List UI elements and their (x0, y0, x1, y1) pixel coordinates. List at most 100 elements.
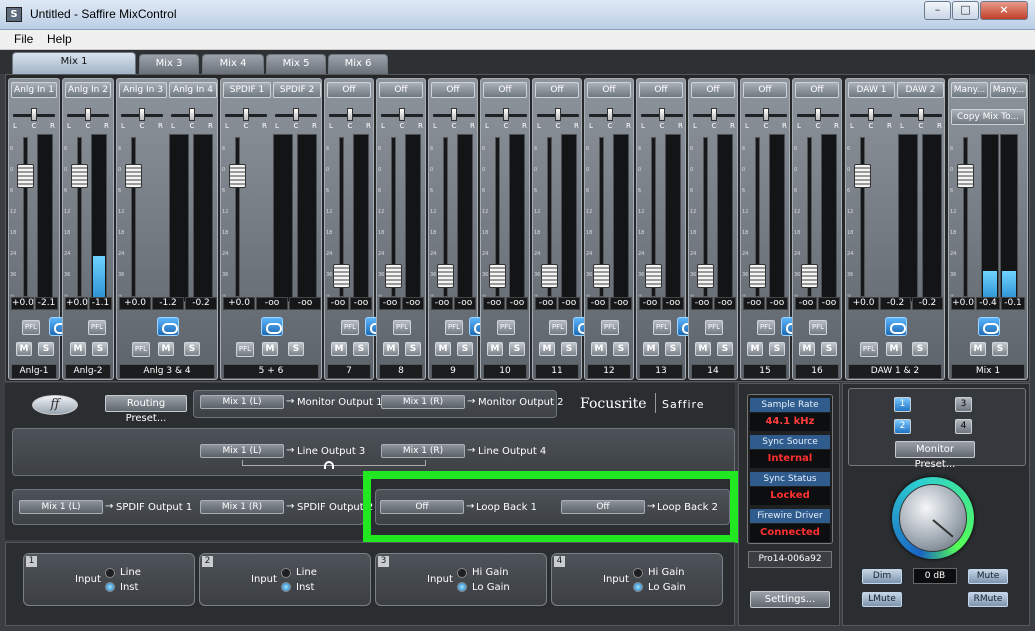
input-select-button[interactable]: Off (431, 82, 475, 98)
pan-slider[interactable]: LCR (900, 107, 942, 130)
stereo-link-icon[interactable] (885, 317, 907, 336)
line-output-3-source[interactable]: Mix 1 (L) (200, 444, 284, 458)
solo-button[interactable]: S (92, 342, 108, 356)
input-select-button[interactable]: Many... (951, 82, 988, 98)
pfl-button[interactable]: PFL (497, 320, 515, 335)
pfl-button[interactable]: PFL (88, 320, 106, 335)
fader-knob[interactable] (71, 164, 88, 188)
pfl-button[interactable]: PFL (236, 342, 254, 357)
fader-knob[interactable] (229, 164, 246, 188)
stereo-link-icon[interactable] (157, 317, 179, 336)
pfl-button[interactable]: PFL (860, 342, 878, 357)
right-mute-button[interactable]: RMute (968, 592, 1008, 607)
pan-slider[interactable]: LCR (485, 107, 527, 130)
fader-knob[interactable] (17, 164, 34, 188)
fader-knob[interactable] (697, 264, 714, 288)
solo-button[interactable]: S (769, 342, 785, 356)
menu-file[interactable]: File (14, 32, 33, 46)
dim-button[interactable]: Dim (862, 569, 902, 584)
solo-button[interactable]: S (821, 342, 837, 356)
mute-button[interactable]: M (799, 342, 815, 356)
pan-knob[interactable] (711, 108, 717, 121)
pfl-button[interactable]: PFL (653, 320, 671, 335)
solo-button[interactable]: S (457, 342, 473, 356)
mute-button[interactable]: M (262, 342, 278, 356)
maximize-icon[interactable]: □ (952, 1, 979, 20)
mute-button[interactable]: M (383, 342, 399, 356)
pfl-button[interactable]: PFL (445, 320, 463, 335)
pan-knob[interactable] (451, 108, 457, 121)
mute-button[interactable]: M (970, 342, 986, 356)
pan-knob[interactable] (607, 108, 613, 121)
fader-knob[interactable] (541, 264, 558, 288)
pan-slider[interactable]: LCR (641, 107, 683, 130)
app-icon[interactable]: S (6, 7, 22, 22)
input-select-button[interactable]: Off (535, 82, 579, 98)
mute-button[interactable]: M (886, 342, 902, 356)
input-3-lo-gain-radio[interactable] (457, 582, 467, 592)
input-4-lo-gain-radio[interactable] (633, 582, 643, 592)
pfl-button[interactable]: PFL (601, 320, 619, 335)
solo-button[interactable]: S (38, 342, 54, 356)
pan-slider[interactable]: LCR (693, 107, 735, 130)
tab-mix-6[interactable]: Mix 6 (328, 54, 388, 74)
pan-slider[interactable]: LCR (589, 107, 631, 130)
monitor-select-4[interactable]: 4 (955, 419, 972, 434)
monitor-select-3[interactable]: 3 (955, 397, 972, 412)
pan-knob[interactable] (139, 108, 145, 121)
solo-button[interactable]: S (561, 342, 577, 356)
pan-slider[interactable]: LCR (745, 107, 787, 130)
input-select-button[interactable]: Off (379, 82, 423, 98)
fader-knob[interactable] (385, 264, 402, 288)
pfl-button[interactable]: PFL (132, 342, 150, 357)
input-select-button[interactable]: Anlg In 3 (119, 82, 167, 98)
pfl-button[interactable]: PFL (809, 320, 827, 335)
pan-slider[interactable]: LCR (329, 107, 371, 130)
monitor-select-1[interactable]: 1 (894, 397, 911, 412)
input-select-button[interactable]: Off (639, 82, 683, 98)
input-select-button[interactable]: Anlg In 1 (11, 82, 57, 98)
input-select-button[interactable]: Off (691, 82, 735, 98)
input-1-line-radio[interactable] (105, 568, 115, 578)
solo-button[interactable]: S (717, 342, 733, 356)
pan-knob[interactable] (31, 108, 37, 121)
pan-knob[interactable] (189, 108, 195, 121)
mute-button[interactable]: M (487, 342, 503, 356)
fader-knob[interactable] (125, 164, 142, 188)
pfl-button[interactable]: PFL (757, 320, 775, 335)
input-select-button[interactable]: Off (327, 82, 371, 98)
pan-knob[interactable] (503, 108, 509, 121)
input-4-hi-gain-radio[interactable] (633, 568, 643, 578)
fader-knob[interactable] (854, 164, 871, 188)
pan-knob[interactable] (85, 108, 91, 121)
pan-slider[interactable]: LCR (121, 107, 163, 130)
tab-mix-5[interactable]: Mix 5 (266, 54, 326, 74)
pan-slider[interactable]: LCR (67, 107, 109, 130)
mute-button[interactable]: M (331, 342, 347, 356)
fader-knob[interactable] (801, 264, 818, 288)
sample-rate-value[interactable]: 44.1 kHz (750, 413, 830, 431)
tab-mix-1[interactable]: Mix 1 (12, 52, 136, 75)
copy-mix-button[interactable]: Copy Mix To... (951, 109, 1025, 125)
pan-slider[interactable]: LCR (381, 107, 423, 130)
input-select-button[interactable]: Anlg In 2 (65, 82, 111, 98)
pan-knob[interactable] (815, 108, 821, 121)
pan-slider[interactable]: LCR (13, 107, 55, 130)
stereo-link-icon[interactable] (978, 317, 1000, 336)
fader-knob[interactable] (489, 264, 506, 288)
spdif-output-1-source[interactable]: Mix 1 (L) (19, 500, 103, 514)
routing-preset-button[interactable]: Routing Preset... (105, 395, 187, 424)
pfl-button[interactable]: PFL (22, 320, 40, 335)
pan-knob[interactable] (293, 108, 299, 121)
input-select-button[interactable]: Off (587, 82, 631, 98)
pan-knob[interactable] (555, 108, 561, 121)
close-icon[interactable]: × (980, 1, 1028, 20)
solo-button[interactable]: S (992, 342, 1008, 356)
pfl-button[interactable]: PFL (705, 320, 723, 335)
input-2-line-radio[interactable] (281, 568, 291, 578)
input-select-button[interactable]: SPDIF 1 (223, 82, 271, 98)
spdif-output-2-source[interactable]: Mix 1 (R) (200, 500, 284, 514)
mute-button[interactable]: Mute (968, 569, 1008, 584)
input-select-button[interactable]: Anlg In 4 (169, 82, 217, 98)
fader-knob[interactable] (333, 264, 350, 288)
